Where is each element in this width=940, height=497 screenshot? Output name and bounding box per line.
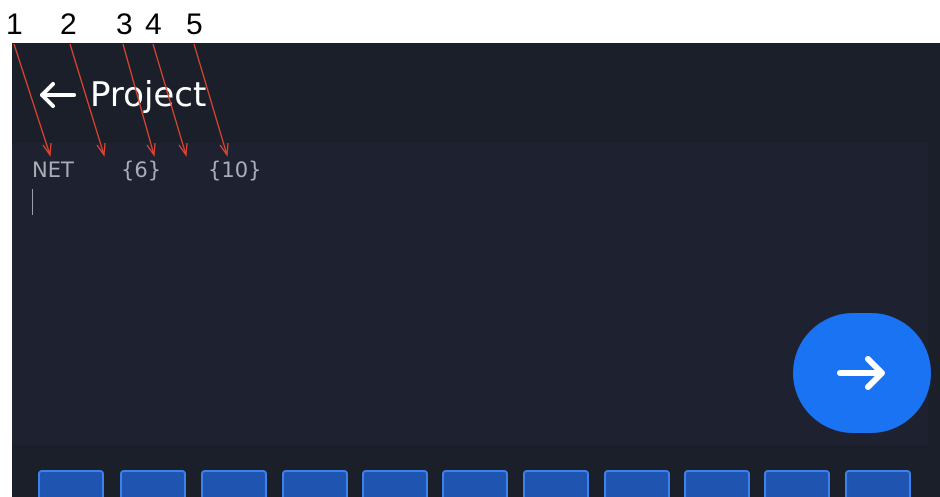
next-button[interactable] xyxy=(793,313,931,433)
text-caret xyxy=(32,189,33,215)
arrow-right-icon xyxy=(837,356,885,390)
keyboard-key[interactable] xyxy=(442,470,508,497)
header-bar: Project xyxy=(12,43,940,143)
token-variable-6: {6} xyxy=(121,158,162,182)
keyboard-row xyxy=(12,445,940,497)
keyboard-key[interactable] xyxy=(120,470,186,497)
back-button[interactable] xyxy=(36,73,80,117)
keyboard-key[interactable] xyxy=(523,470,589,497)
keyboard-key[interactable] xyxy=(845,470,911,497)
annotation-label-5: 5 xyxy=(186,8,203,41)
keyboard-key[interactable] xyxy=(282,470,348,497)
annotation-label-2: 2 xyxy=(60,8,77,41)
device-screen: Project NET {6} {10} xyxy=(12,43,940,497)
keyboard-key[interactable] xyxy=(684,470,750,497)
arrow-left-icon xyxy=(40,82,76,108)
token-variable-10: {10} xyxy=(208,158,262,182)
keyboard-key[interactable] xyxy=(362,470,428,497)
token-net: NET xyxy=(32,158,74,182)
text-editor[interactable]: NET {6} {10} xyxy=(12,143,928,445)
keyboard-key[interactable] xyxy=(38,470,104,497)
keyboard-key[interactable] xyxy=(764,470,830,497)
keyboard-key[interactable] xyxy=(201,470,267,497)
annotation-label-1: 1 xyxy=(6,8,23,41)
page-title: Project xyxy=(90,75,207,115)
keyboard-key[interactable] xyxy=(604,470,670,497)
annotation-label-3: 3 xyxy=(116,8,133,41)
annotation-label-4: 4 xyxy=(145,8,162,41)
